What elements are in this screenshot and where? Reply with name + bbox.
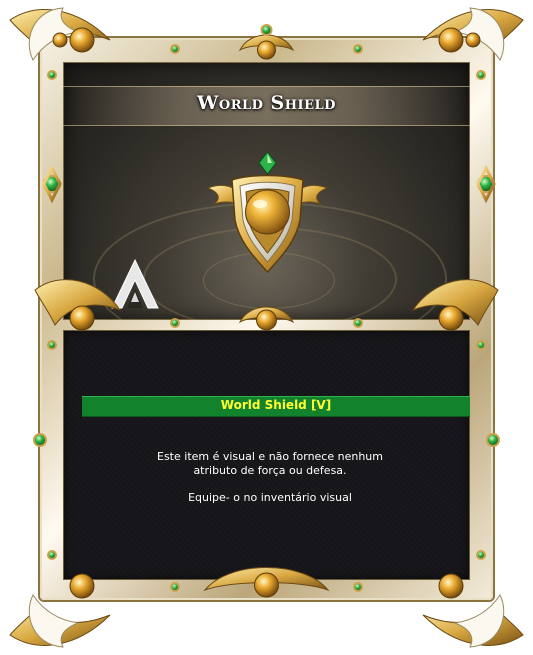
frame-ornaments (9, 7, 524, 648)
